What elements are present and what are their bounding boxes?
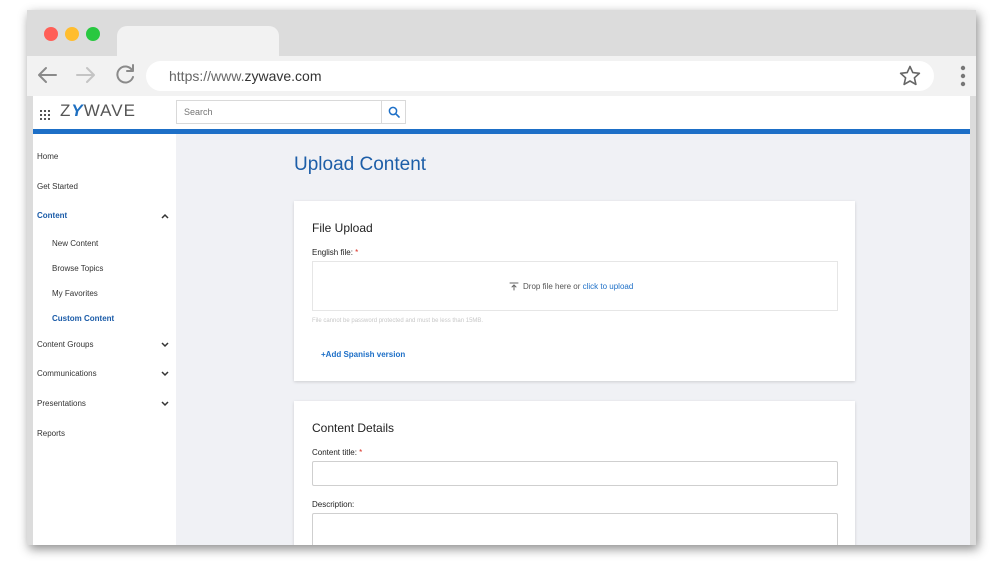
minimize-window-button[interactable] (65, 27, 79, 41)
file-hint-text: File cannot be password protected and mu… (312, 318, 484, 324)
sidebar-subitem-custom-content[interactable]: Custom Content (52, 314, 114, 323)
sidebar: Home Get Started Content New Content Bro… (33, 134, 176, 545)
maximize-window-button[interactable] (86, 27, 100, 41)
logo-text-right: WAVE (83, 101, 136, 120)
sidebar-subitem-browse-topics[interactable]: Browse Topics (52, 264, 103, 273)
drop-text: Drop file here or click to upload (523, 282, 633, 291)
chevron-down-icon[interactable] (161, 401, 169, 407)
file-dropzone[interactable]: Drop file here or click to upload (312, 261, 838, 311)
url-text: https://www.zywave.com (169, 68, 322, 84)
page-viewport: ZYWAVE Home Get Started Content New Cont… (33, 96, 970, 545)
required-mark: * (359, 448, 363, 457)
content-title-label: Content title: * (312, 448, 362, 457)
back-icon[interactable] (34, 62, 60, 88)
bookmark-star-icon[interactable] (898, 64, 922, 88)
english-file-label-text: English file: (312, 248, 353, 257)
logo-text-y: Y (71, 101, 84, 120)
url-host: zywave (244, 68, 292, 84)
description-label: Description: (312, 500, 355, 509)
logo-text-left: Z (60, 101, 72, 120)
search-box (176, 100, 382, 124)
content-details-card: Content Details Content title: * Descrip… (294, 401, 855, 545)
sidebar-item-presentations[interactable]: Presentations (37, 399, 86, 408)
browser-menu-icon[interactable] (959, 64, 967, 88)
sidebar-item-content[interactable]: Content (37, 211, 67, 220)
main-content: Upload Content File Upload English file:… (176, 134, 970, 545)
title-bar (27, 10, 976, 58)
app-header: ZYWAVE (33, 96, 970, 129)
address-bar[interactable]: https://www.zywave.com (146, 61, 934, 91)
upload-icon (509, 282, 519, 291)
click-to-upload-link[interactable]: click to upload (583, 282, 634, 291)
sidebar-item-communications[interactable]: Communications (37, 369, 97, 378)
zywave-logo[interactable]: ZYWAVE (60, 101, 136, 121)
search-input[interactable] (177, 101, 380, 123)
reload-icon[interactable] (112, 62, 138, 88)
english-file-label: English file: * (312, 248, 358, 257)
add-spanish-version-link[interactable]: +Add Spanish version (321, 350, 405, 359)
search-icon (388, 106, 400, 118)
browser-window: https://www.zywave.com ZYWAVE Search Hom… (27, 10, 976, 545)
file-upload-card: File Upload English file: * Drop file he… (294, 201, 855, 381)
sidebar-item-home[interactable]: Home (37, 152, 58, 161)
content-details-title: Content Details (312, 421, 395, 435)
file-upload-title: File Upload (312, 221, 373, 235)
url-prefix: https://www. (169, 68, 245, 84)
required-mark: * (355, 248, 359, 257)
chevron-up-icon[interactable] (161, 213, 169, 219)
sidebar-item-reports[interactable]: Reports (37, 429, 65, 438)
page-title: Upload Content (294, 154, 427, 175)
sidebar-item-get-started[interactable]: Get Started (37, 182, 78, 191)
browser-toolbar: https://www.zywave.com (27, 56, 976, 96)
sidebar-subitem-new-content[interactable]: New Content (52, 239, 98, 248)
sidebar-item-content-groups[interactable]: Content Groups (37, 340, 93, 349)
content-title-label-text: Content title: (312, 448, 357, 457)
content-title-input[interactable] (312, 461, 838, 486)
chevron-down-icon[interactable] (161, 342, 169, 348)
forward-icon[interactable] (73, 62, 99, 88)
app-grid-icon[interactable] (40, 107, 50, 120)
drop-instructions: Drop file here or (523, 282, 583, 291)
close-window-button[interactable] (44, 27, 58, 41)
description-input[interactable] (312, 513, 838, 545)
url-suffix: .com (291, 68, 322, 84)
browser-tab[interactable] (117, 26, 279, 58)
sidebar-subitem-my-favorites[interactable]: My Favorites (52, 289, 98, 298)
search-button[interactable] (382, 100, 406, 124)
chevron-down-icon[interactable] (161, 371, 169, 377)
